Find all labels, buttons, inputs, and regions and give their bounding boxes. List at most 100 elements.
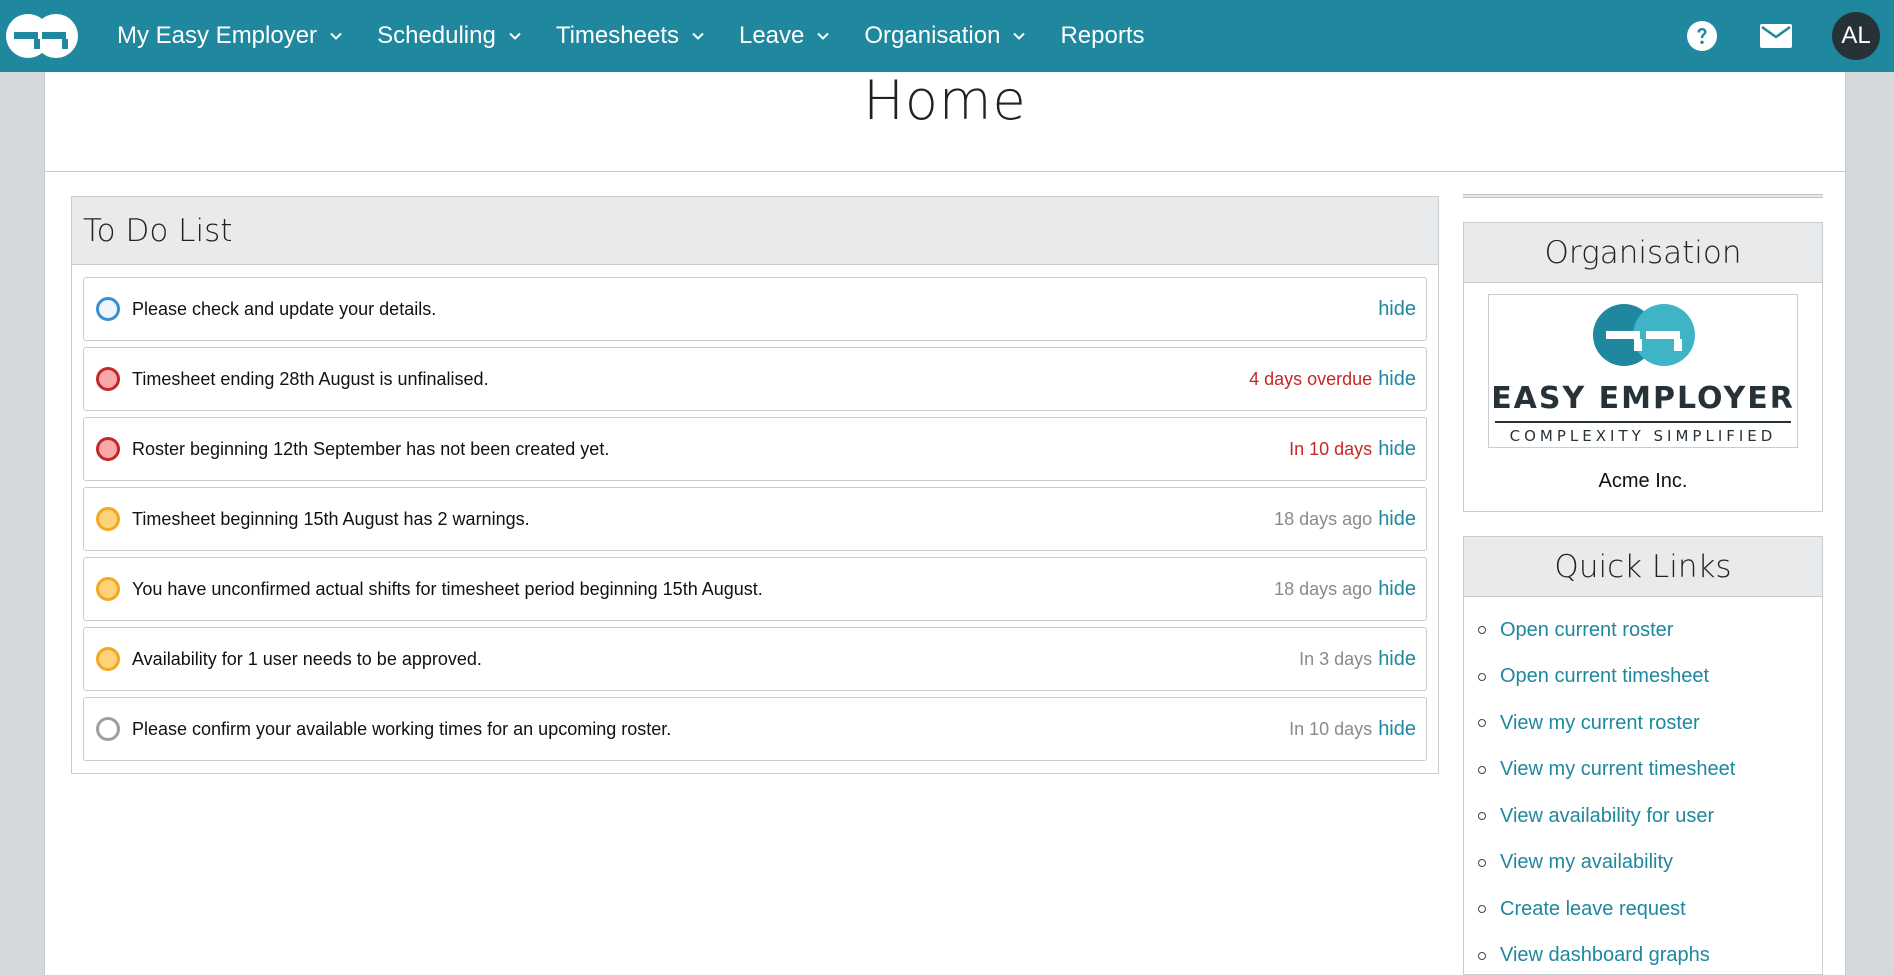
bullet-icon [1478,905,1486,914]
list-item: View availability for user [1478,793,1822,840]
chevron-down-icon [692,32,704,40]
quick-links-panel: Quick Links Open current roster Open cur… [1463,536,1823,975]
quick-link-view-my-current-timesheet[interactable]: View my current timesheet [1500,758,1735,781]
status-circle-icon [96,297,120,321]
todo-item-due: In 3 days [1299,648,1373,669]
todo-item-due: 4 days overdue [1249,368,1373,389]
quick-link-view-dashboard-graphs[interactable]: View dashboard graphs [1500,944,1710,967]
bullet-icon [1478,626,1486,635]
quick-link-open-current-timesheet[interactable]: Open current timesheet [1500,665,1709,688]
logo-wordmark: EASY EMPLOYER [1491,381,1795,416]
nav-label: Organisation [864,22,1001,49]
organisation-name: Acme Inc. [1598,470,1688,492]
bullet-icon [1478,765,1486,774]
list-item: View my availability [1478,840,1822,887]
chevron-down-icon [1013,32,1026,40]
todo-item: Please confirm your available working ti… [83,697,1427,761]
chevron-down-icon [330,32,342,40]
list-item: Open current roster [1478,607,1822,654]
question-circle-icon [1687,21,1717,51]
todo-list-panel: To Do List Please check and update your … [71,196,1439,774]
quick-link-open-current-roster[interactable]: Open current roster [1500,619,1673,642]
bullet-icon [1478,672,1486,681]
todo-item: Timesheet ending 28th August is unfinali… [83,347,1427,411]
avatar-initials: AL [1841,22,1871,49]
status-circle-icon [96,577,120,601]
todo-item-text: Timesheet beginning 15th August has 2 wa… [132,508,530,529]
nav-label: Reports [1060,22,1145,49]
ee-logo-icon [1593,304,1695,366]
organisation-logo: EASY EMPLOYER COMPLEXITY SIMPLIFIED [1488,294,1798,448]
nav-label: My Easy Employer [117,22,318,49]
todo-item-due: In 10 days [1289,718,1373,739]
organisation-header: Organisation [1464,223,1822,283]
todo-title: To Do List [83,212,233,249]
main-page: Home To Do List Please check and update … [44,72,1846,975]
chevron-down-icon [509,32,521,40]
hide-link[interactable]: hide [1378,578,1416,601]
nav-my-easy-employer[interactable]: My Easy Employer [100,0,360,72]
status-circle-icon [96,367,120,391]
status-circle-icon [96,507,120,531]
list-item: Create leave request [1478,886,1822,933]
quick-link-create-leave-request[interactable]: Create leave request [1500,898,1686,921]
todo-item-due: 18 days ago [1274,578,1373,599]
hide-link[interactable]: hide [1378,298,1416,321]
envelope-icon [1760,24,1792,48]
todo-item-text: Please check and update your details. [132,298,437,319]
todo-item-text: Availability for 1 user needs to be appr… [132,648,482,669]
list-item: View dashboard graphs [1478,933,1822,975]
list-item: Open current timesheet [1478,654,1822,701]
todo-item: Roster beginning 12th September has not … [83,417,1427,481]
quick-links-list: Open current roster Open current timeshe… [1464,597,1822,975]
bullet-icon [1478,858,1486,867]
quick-link-view-availability-for-user[interactable]: View availability for user [1500,805,1714,828]
todo-item-text: Timesheet ending 28th August is unfinali… [132,368,489,389]
quick-links-title: Quick Links [1554,548,1732,585]
quick-links-header: Quick Links [1464,537,1822,597]
hide-link[interactable]: hide [1378,438,1416,461]
organisation-title: Organisation [1544,234,1742,271]
nav-timesheets[interactable]: Timesheets [539,0,722,72]
organisation-panel: Organisation EASY EMPLOYER COMPLEXITY SI… [1463,222,1823,512]
todo-items: Please check and update your details. hi… [72,265,1438,761]
todo-item-due: 18 days ago [1274,508,1373,529]
chevron-down-icon [817,32,830,40]
todo-item: You have unconfirmed actual shifts for t… [83,557,1427,621]
bullet-icon [1478,812,1486,821]
todo-item-text: You have unconfirmed actual shifts for t… [132,578,763,599]
todo-item: Timesheet beginning 15th August has 2 wa… [83,487,1427,551]
todo-item: Please check and update your details. hi… [83,277,1427,341]
quick-link-view-my-availability[interactable]: View my availability [1500,851,1673,874]
nav-label: Timesheets [555,22,679,49]
nav-leave[interactable]: Leave [722,0,847,72]
mail-icon[interactable] [1758,18,1794,54]
nav-label: Scheduling [377,22,496,49]
bullet-icon [1478,951,1486,960]
side-divider [1463,194,1823,198]
status-circle-icon [96,647,120,671]
top-nav: My Easy Employer Scheduling Timesheets L… [0,0,1894,72]
logo-rule [1495,421,1791,423]
quick-link-view-my-current-roster[interactable]: View my current roster [1500,712,1700,735]
todo-item: Availability for 1 user needs to be appr… [83,627,1427,691]
title-area: Home [45,72,1845,172]
hide-link[interactable]: hide [1378,718,1416,741]
nav-organisation[interactable]: Organisation [847,0,1043,72]
bullet-icon [1478,719,1486,728]
page-title: Home [863,69,1027,132]
status-circle-icon [96,437,120,461]
logo-tagline: COMPLEXITY SIMPLIFIED [1509,427,1777,445]
hide-link[interactable]: hide [1378,368,1416,391]
todo-item-due: In 10 days [1289,438,1373,459]
hide-link[interactable]: hide [1378,648,1416,671]
help-icon[interactable] [1684,18,1720,54]
todo-item-text: Roster beginning 12th September has not … [132,438,610,459]
hide-link[interactable]: hide [1378,508,1416,531]
nav-scheduling[interactable]: Scheduling [360,0,539,72]
easy-employer-logo[interactable] [4,8,82,64]
list-item: View my current roster [1478,700,1822,747]
nav-reports[interactable]: Reports [1043,0,1161,72]
todo-item-text: Please confirm your available working ti… [132,718,672,739]
user-avatar[interactable]: AL [1832,12,1880,60]
